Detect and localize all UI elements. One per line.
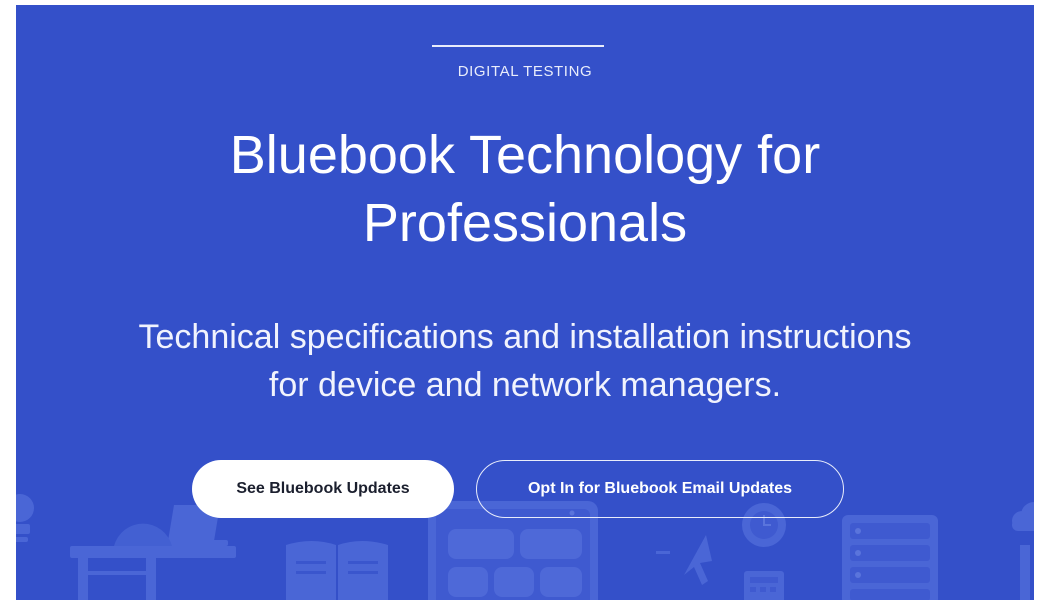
eyebrow-divider xyxy=(432,45,604,47)
hero-section: DIGITAL TESTING Bluebook Technology for … xyxy=(16,5,1034,600)
cursor-icon xyxy=(656,535,712,585)
page-subtitle: Technical specifications and installatio… xyxy=(36,313,1014,409)
page-subtitle-line-1: Technical specifications and installatio… xyxy=(138,318,912,356)
see-bluebook-updates-button[interactable]: See Bluebook Updates xyxy=(192,460,454,518)
open-book-icon xyxy=(286,541,388,600)
page-title-line-2: Professionals xyxy=(362,193,688,253)
calculator-icon xyxy=(744,571,784,600)
lightbulb-icon xyxy=(16,494,34,542)
page-title-line-1: Bluebook Technology for xyxy=(229,125,821,185)
cloud-icon xyxy=(1012,502,1034,600)
eyebrow-label: DIGITAL TESTING xyxy=(457,63,593,80)
see-bluebook-updates-label: See Bluebook Updates xyxy=(236,480,410,497)
page-subtitle-line-2: for device and network managers. xyxy=(268,366,782,404)
opt-in-email-updates-button[interactable]: Opt In for Bluebook Email Updates xyxy=(476,460,844,518)
server-icon xyxy=(842,515,938,600)
opt-in-email-updates-label: Opt In for Bluebook Email Updates xyxy=(527,480,793,497)
page-title: Bluebook Technology for Professionals xyxy=(96,121,954,257)
desk-icon xyxy=(70,546,236,600)
